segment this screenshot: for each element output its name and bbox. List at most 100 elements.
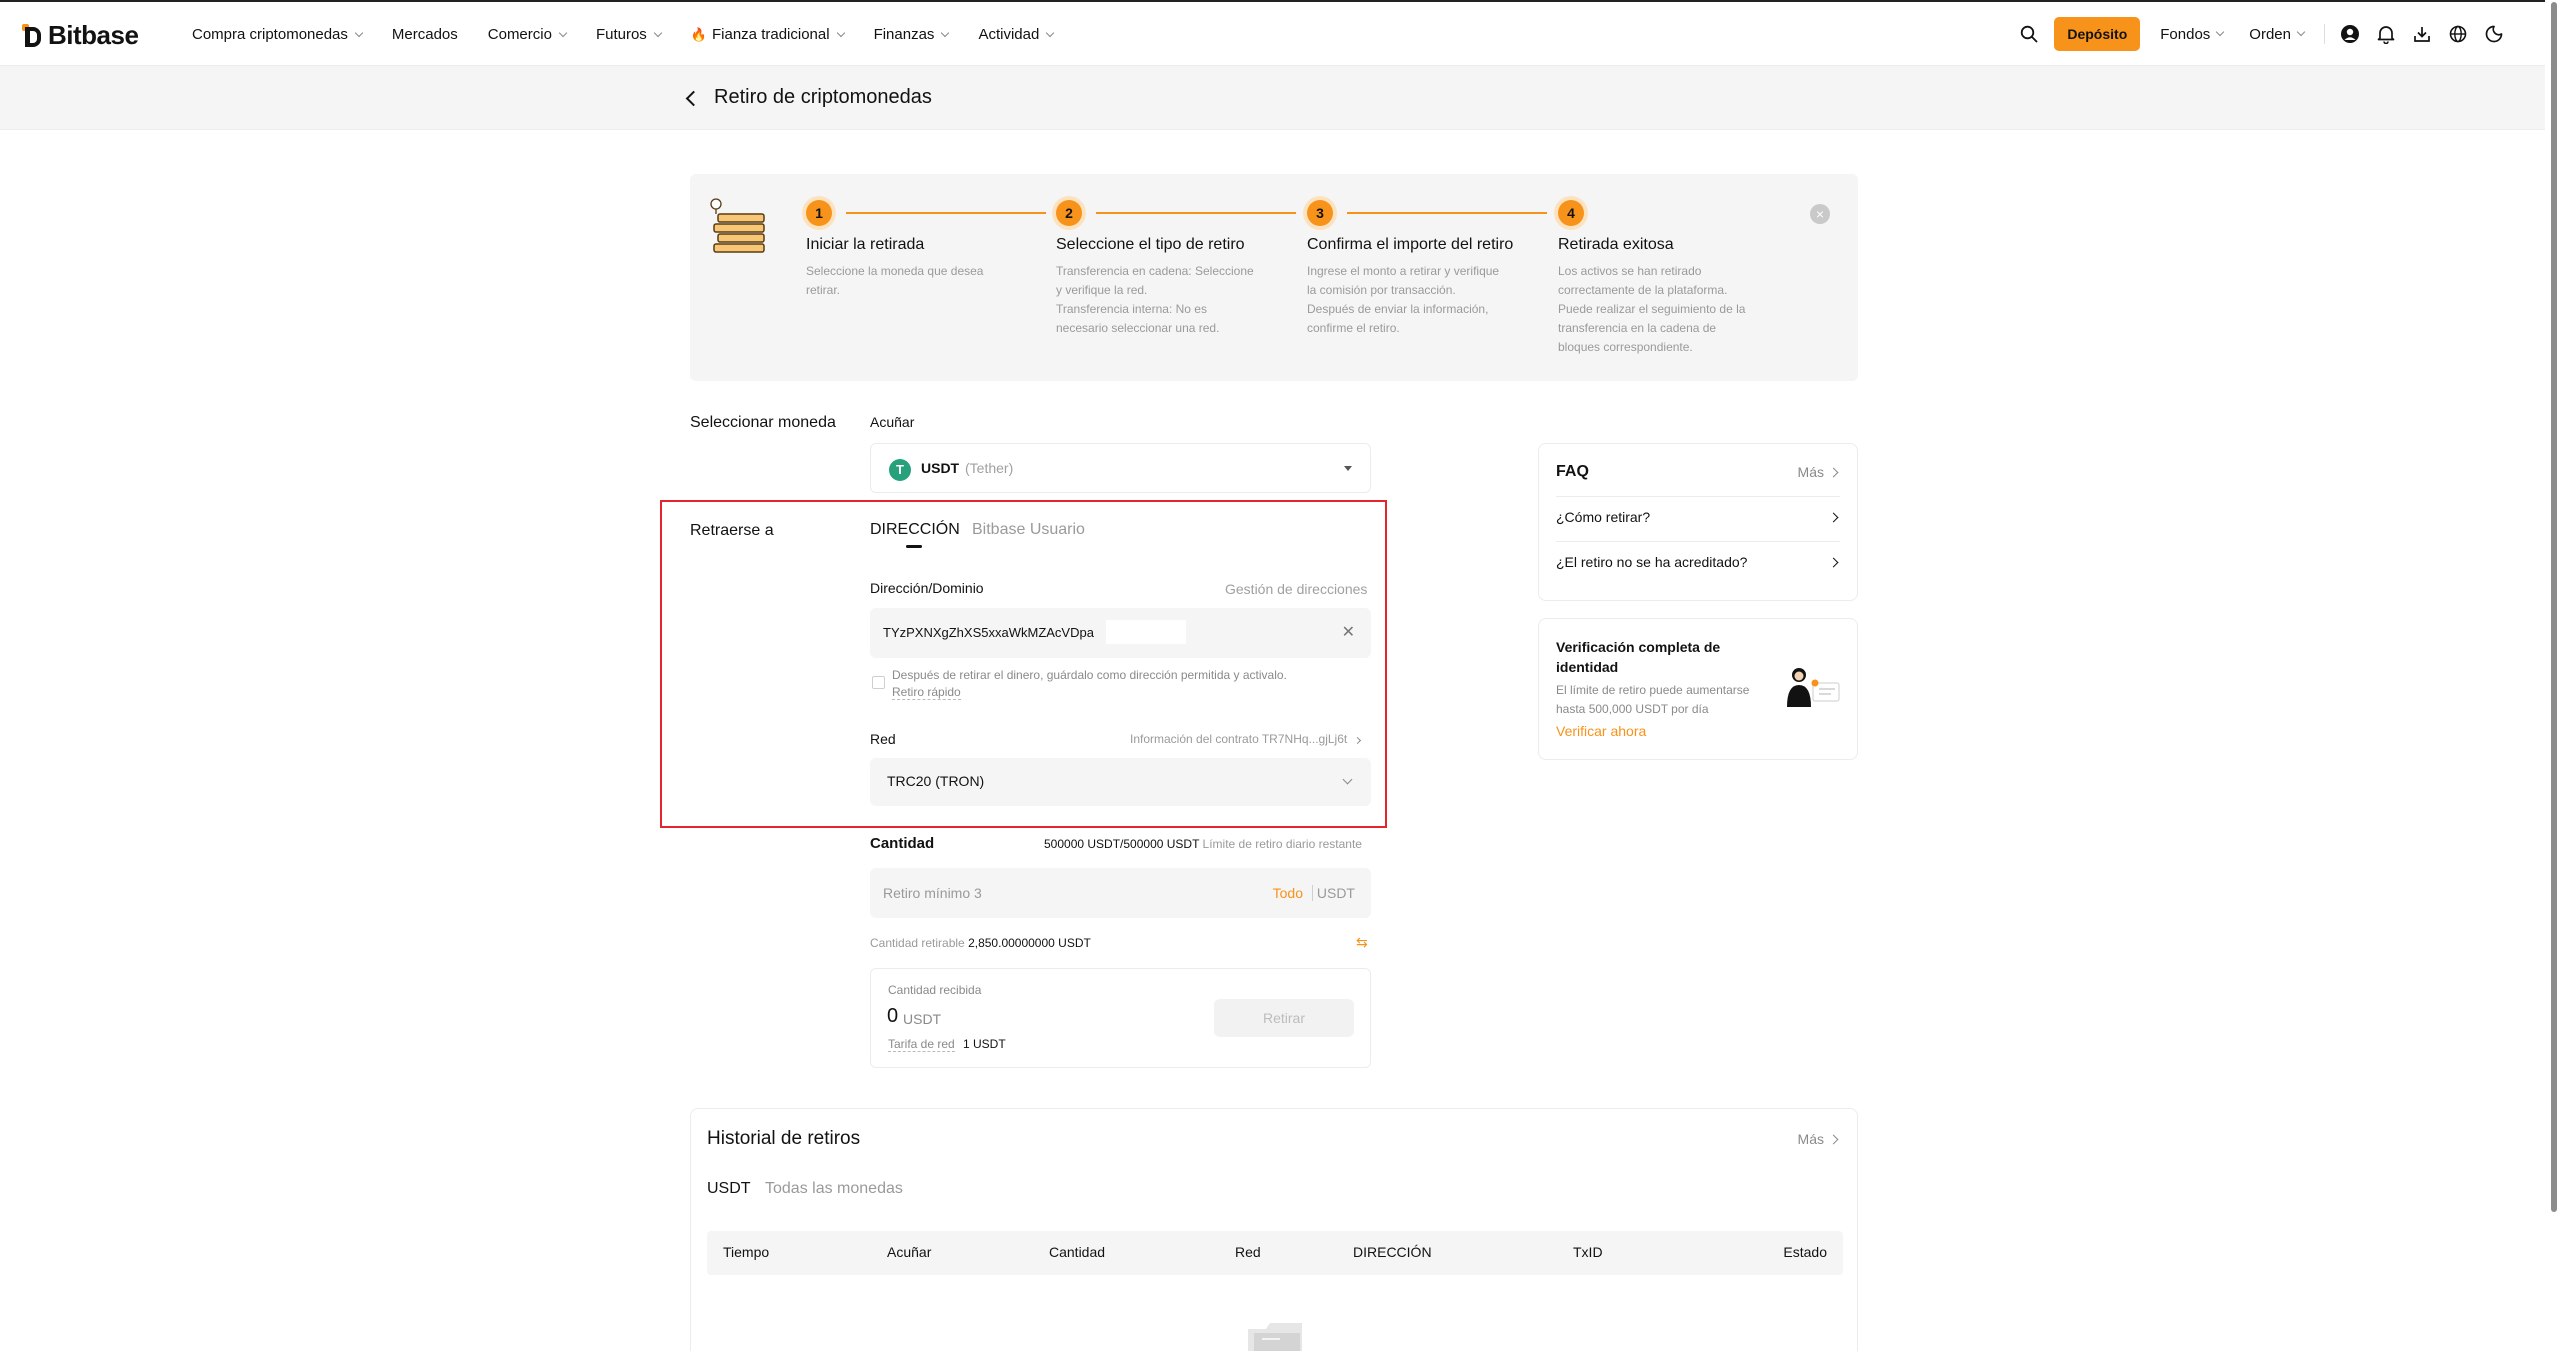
coin-symbol: USDT [921, 460, 960, 476]
menu-label: Compra criptomonedas [192, 26, 348, 43]
page-header: Retiro de criptomonedas [0, 66, 2545, 130]
step-4: 4 Retirada exitosa Los activos se han re… [1558, 200, 1778, 357]
tab-bitbase-user[interactable]: Bitbase Usuario [972, 521, 1085, 539]
faq-item[interactable]: ¿Cómo retirar? [1556, 509, 1839, 525]
quick-withdraw-link[interactable]: Retiro rápido [892, 685, 961, 700]
empty-folder-icon [1248, 1323, 1302, 1351]
divider [1556, 496, 1840, 497]
main-menu: Compra criptomonedas Mercados Comercio F… [192, 26, 1055, 43]
menu-comercio[interactable]: Comercio [488, 26, 568, 43]
divider [1312, 885, 1313, 901]
chevron-down-icon [2296, 27, 2306, 37]
clear-icon[interactable]: ✕ [1342, 622, 1355, 642]
step-number: 2 [1056, 200, 1082, 226]
select-coin-label: Seleccionar moneda [690, 414, 836, 431]
faq-item[interactable]: ¿El retiro no se ha acreditado? [1556, 554, 1839, 570]
menu-compra-criptomonedas[interactable]: Compra criptomonedas [192, 26, 364, 43]
network-fee-label[interactable]: Tarifa de red [888, 1037, 955, 1052]
amount-input[interactable]: Retiro mínimo 3 Todo USDT [870, 868, 1371, 918]
menu-mercados[interactable]: Mercados [392, 26, 458, 43]
chevron-down-icon [653, 28, 663, 37]
step-number: 1 [806, 200, 832, 226]
faq-item-label: ¿Cómo retirar? [1556, 509, 1651, 525]
faq-card: FAQ Más ¿Cómo retirar? ¿El retiro no se … [1538, 443, 1858, 601]
verify-now-link[interactable]: Verificar ahora [1556, 723, 1646, 739]
user-icon[interactable] [2339, 23, 2361, 45]
daily-limit-note: Límite de retiro diario restante [1202, 837, 1362, 851]
step-title: Iniciar la retirada [806, 236, 925, 253]
chevron-down-icon [354, 28, 364, 37]
moon-icon[interactable] [2483, 23, 2505, 45]
column-header: Red [1235, 1244, 1261, 1260]
address-value: TYzPXNXgZhXS5xxaWkMZAcVDpa [883, 625, 1094, 640]
faq-item-label: ¿El retiro no se ha acreditado? [1556, 554, 1748, 570]
step-title: Confirma el importe del retiro [1307, 236, 1514, 253]
active-tab-indicator [906, 545, 922, 548]
globe-icon[interactable] [2447, 23, 2469, 45]
tab-all-coins[interactable]: Todas las monedas [765, 1180, 903, 1198]
network-select[interactable]: TRC20 (TRON) [870, 758, 1371, 806]
menu-label: Actividad [978, 26, 1040, 43]
network-value: TRC20 (TRON) [887, 773, 985, 789]
withdraw-to-label: Retraerse a [690, 522, 774, 539]
faq-title: FAQ [1556, 463, 1589, 480]
chevron-right-icon [1828, 512, 1839, 522]
scrollbar-thumb[interactable] [2551, 2, 2557, 1212]
menu-actividad[interactable]: Actividad [978, 26, 1055, 43]
chevron-down-icon [941, 28, 950, 37]
faq-more-link[interactable]: Más [1798, 464, 1839, 480]
funds-label: Fondos [2160, 25, 2211, 43]
contract-info-text: Información del contrato TR7NHq...gjLj6t [1130, 732, 1348, 746]
received-value: 0 [887, 1005, 899, 1027]
bell-icon[interactable] [2375, 23, 2397, 45]
address-management-link[interactable]: Gestión de direcciones [1225, 581, 1367, 597]
step-connector [1347, 212, 1547, 214]
verification-description: El límite de retiro puede aumentarse has… [1556, 683, 1750, 716]
verification-card: Verificación completa de identidad El lí… [1538, 618, 1858, 760]
funds-dropdown[interactable]: Fondos [2160, 25, 2225, 43]
coin-full-name: (Tether) [965, 460, 1014, 476]
page-scrollbar[interactable] [2549, 0, 2560, 1351]
coin-select[interactable]: T USDT (Tether) [870, 443, 1371, 493]
chevron-right-icon [1353, 736, 1361, 745]
more-label: Más [1797, 1131, 1824, 1147]
address-input[interactable]: TYzPXNXgZhXS5xxaWkMZAcVDpa ✕ [870, 608, 1371, 658]
menu-futuros[interactable]: Futuros [596, 26, 663, 43]
chevron-down-icon [558, 28, 568, 37]
bitbase-logo[interactable]: Bitbase [22, 20, 139, 51]
search-icon[interactable] [2018, 23, 2040, 45]
history-more-link[interactable]: Más [1797, 1131, 1839, 1147]
withdraw-button[interactable]: Retirar [1214, 999, 1354, 1037]
logo-text: Bitbase [48, 20, 139, 50]
mint-label: Acuñar [870, 414, 915, 430]
menu-finanzas[interactable]: Finanzas [873, 26, 950, 43]
tab-usdt[interactable]: USDT [707, 1180, 751, 1198]
top-nav: Bitbase Compra criptomonedas Mercados Co… [0, 0, 2545, 66]
flame-icon: 🔥 [690, 26, 707, 42]
page-title: Retiro de criptomonedas [714, 86, 932, 108]
network-fee-value: 1 USDT [963, 1037, 1006, 1051]
tab-address[interactable]: DIRECCIÓN [870, 521, 960, 539]
step-1: 1 Iniciar la retirada Seleccione la mone… [806, 200, 1046, 300]
books-illustration-icon [710, 198, 765, 253]
step-title: Retirada exitosa [1558, 236, 1674, 253]
swap-icon[interactable]: ⇆ [1356, 934, 1368, 951]
withdraw-history: Historial de retiros Más USDT Todas las … [690, 1108, 1858, 1351]
back-arrow-icon[interactable] [684, 88, 700, 108]
step-number: 3 [1307, 200, 1333, 226]
menu-label: Finanzas [873, 26, 935, 43]
contract-info-link[interactable]: Información del contrato TR7NHq...gjLj6t [1130, 732, 1361, 746]
all-button[interactable]: Todo [1273, 885, 1303, 901]
deposit-button[interactable]: Depósito [2054, 17, 2141, 51]
chevron-down-icon [2216, 27, 2225, 37]
download-icon[interactable] [2411, 23, 2433, 45]
close-icon[interactable]: × [1810, 204, 1830, 224]
amount-placeholder: Retiro mínimo 3 [883, 885, 982, 901]
chevron-right-icon [1828, 557, 1839, 567]
history-title: Historial de retiros [707, 1128, 861, 1149]
available-value: 2,850.00000000 USDT [968, 936, 1091, 950]
save-whitelist-checkbox[interactable] [872, 676, 885, 689]
menu-fianza-tradicional[interactable]: 🔥 Fianza tradicional [690, 26, 845, 43]
divider [2324, 24, 2325, 44]
order-dropdown[interactable]: Orden [2249, 26, 2306, 43]
